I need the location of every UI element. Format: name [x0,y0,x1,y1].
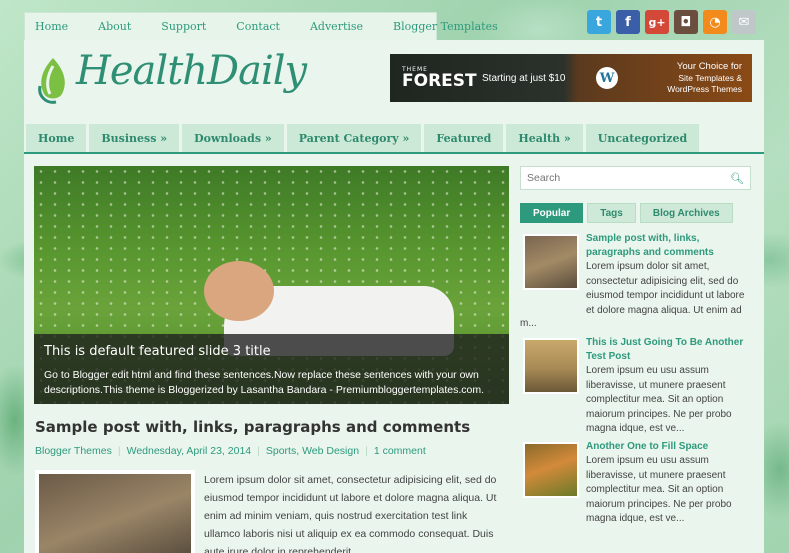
top-nav-support[interactable]: Support [161,20,206,33]
post-excerpt: Lorem ipsum dolor sit amet, consectetur … [204,474,497,553]
ad-choice: Your Choice for Site Templates & WordPre… [667,61,742,94]
site-title[interactable]: HealthDaily [76,48,307,94]
meta-separator: | [365,445,368,457]
page-wrapper: HealthDaily THEME FOREST Starting at jus… [24,40,764,553]
side-post-title[interactable]: Another One to Fill Space [586,440,751,454]
top-nav-advertise[interactable]: Advertise [310,20,363,33]
slider-text: Go to Blogger edit html and find these s… [44,369,485,397]
top-nav-blogger-templates[interactable]: Blogger Templates [393,20,498,33]
ad-choice-title: Your Choice for [676,61,742,73]
main-nav-health[interactable]: Health » [506,124,583,152]
main-nav-featured[interactable]: Featured [424,124,504,152]
side-post-thumbnail[interactable] [523,338,579,394]
side-post-title[interactable]: Sample post with, links, paragraphs and … [586,232,751,259]
side-post-excerpt: Lorem ipsum dolor sit amet, consectetur … [586,261,745,316]
leaf-logo-icon[interactable] [36,56,70,106]
wordpress-icon: W [596,67,618,89]
sidebar-tabs: Popular Tags Blog Archives [520,203,733,223]
social-icons: t f g+ ◘ ◔ ✉ [587,10,756,34]
tab-blog-archives[interactable]: Blog Archives [639,203,733,223]
ad-brand-name: FOREST [402,70,477,91]
side-post: This is Just Going To Be Another Test Po… [520,336,751,436]
twitter-icon[interactable]: t [587,10,611,34]
post-comments[interactable]: 1 comment [374,445,426,457]
ad-price: Starting at just $10 [482,72,566,84]
main-nav-parent-category[interactable]: Parent Category » [286,124,422,152]
top-nav-home[interactable]: Home [35,20,68,33]
side-post-excerpt: Lorem ipsum eu usu assum liberavisse, ut… [586,365,732,434]
post-date[interactable]: Wednesday, April 23, 2014 [127,445,252,457]
side-post-thumbnail[interactable] [523,442,579,498]
slider-caption: This is default featured slide 3 title G… [34,334,509,404]
post-meta: Blogger Themes | Wednesday, April 23, 20… [35,445,426,457]
top-nav-about[interactable]: About [98,20,131,33]
main-nav-downloads[interactable]: Downloads » [182,124,284,152]
post-thumbnail[interactable] [35,470,195,553]
side-post: Sample post with, links, paragraphs and … [520,232,751,332]
instagram-icon[interactable]: ◘ [674,10,698,34]
meta-separator: | [117,445,121,457]
search-box: 🔍︎ [520,166,751,190]
ad-brand: THEME FOREST [390,66,480,91]
search-icon[interactable]: 🔍︎ [730,172,744,185]
post-label-sports[interactable]: Sports [266,445,296,457]
meta-separator: | [257,445,260,457]
tab-tags[interactable]: Tags [587,203,636,223]
email-icon[interactable]: ✉ [732,10,756,34]
side-post-excerpt: Lorem ipsum eu usu assum liberavisse, ut… [586,455,732,524]
top-navigation: Home About Support Contact Advertise Blo… [24,12,498,40]
side-post-title[interactable]: This is Just Going To Be Another Test Po… [586,336,751,363]
featured-slider[interactable]: This is default featured slide 3 title G… [34,166,509,404]
side-post: Another One to Fill Space Lorem ipsum eu… [520,440,751,540]
tab-popular[interactable]: Popular [520,203,584,223]
rss-icon[interactable]: ◔ [703,10,727,34]
ad-choice-line2: WordPress Themes [667,83,742,94]
post-title[interactable]: Sample post with, links, paragraphs and … [35,418,470,436]
main-navigation: Home Business » Downloads » Parent Categ… [24,124,764,154]
site-header: HealthDaily THEME FOREST Starting at jus… [24,40,764,122]
ad-banner[interactable]: THEME FOREST Starting at just $10 W Your… [390,54,752,102]
slider-title[interactable]: This is default featured slide 3 title [44,344,499,359]
side-post-thumbnail[interactable] [523,234,579,290]
google-plus-icon[interactable]: g+ [645,10,669,34]
facebook-icon[interactable]: f [616,10,640,34]
slider-image-child [204,261,274,321]
top-nav-contact[interactable]: Contact [236,20,280,33]
main-nav-home[interactable]: Home [26,124,87,152]
main-nav-business[interactable]: Business » [89,124,180,152]
ad-choice-line1: Site Templates & [678,73,742,84]
main-nav-uncategorized[interactable]: Uncategorized [585,124,700,152]
post-author[interactable]: Blogger Themes [35,445,112,457]
post-labels: Sports, Web Design [265,445,360,457]
side-post-excerpt-more: m... [520,318,537,329]
search-input[interactable] [527,172,731,184]
post-label-web-design[interactable]: Web Design [302,445,359,457]
